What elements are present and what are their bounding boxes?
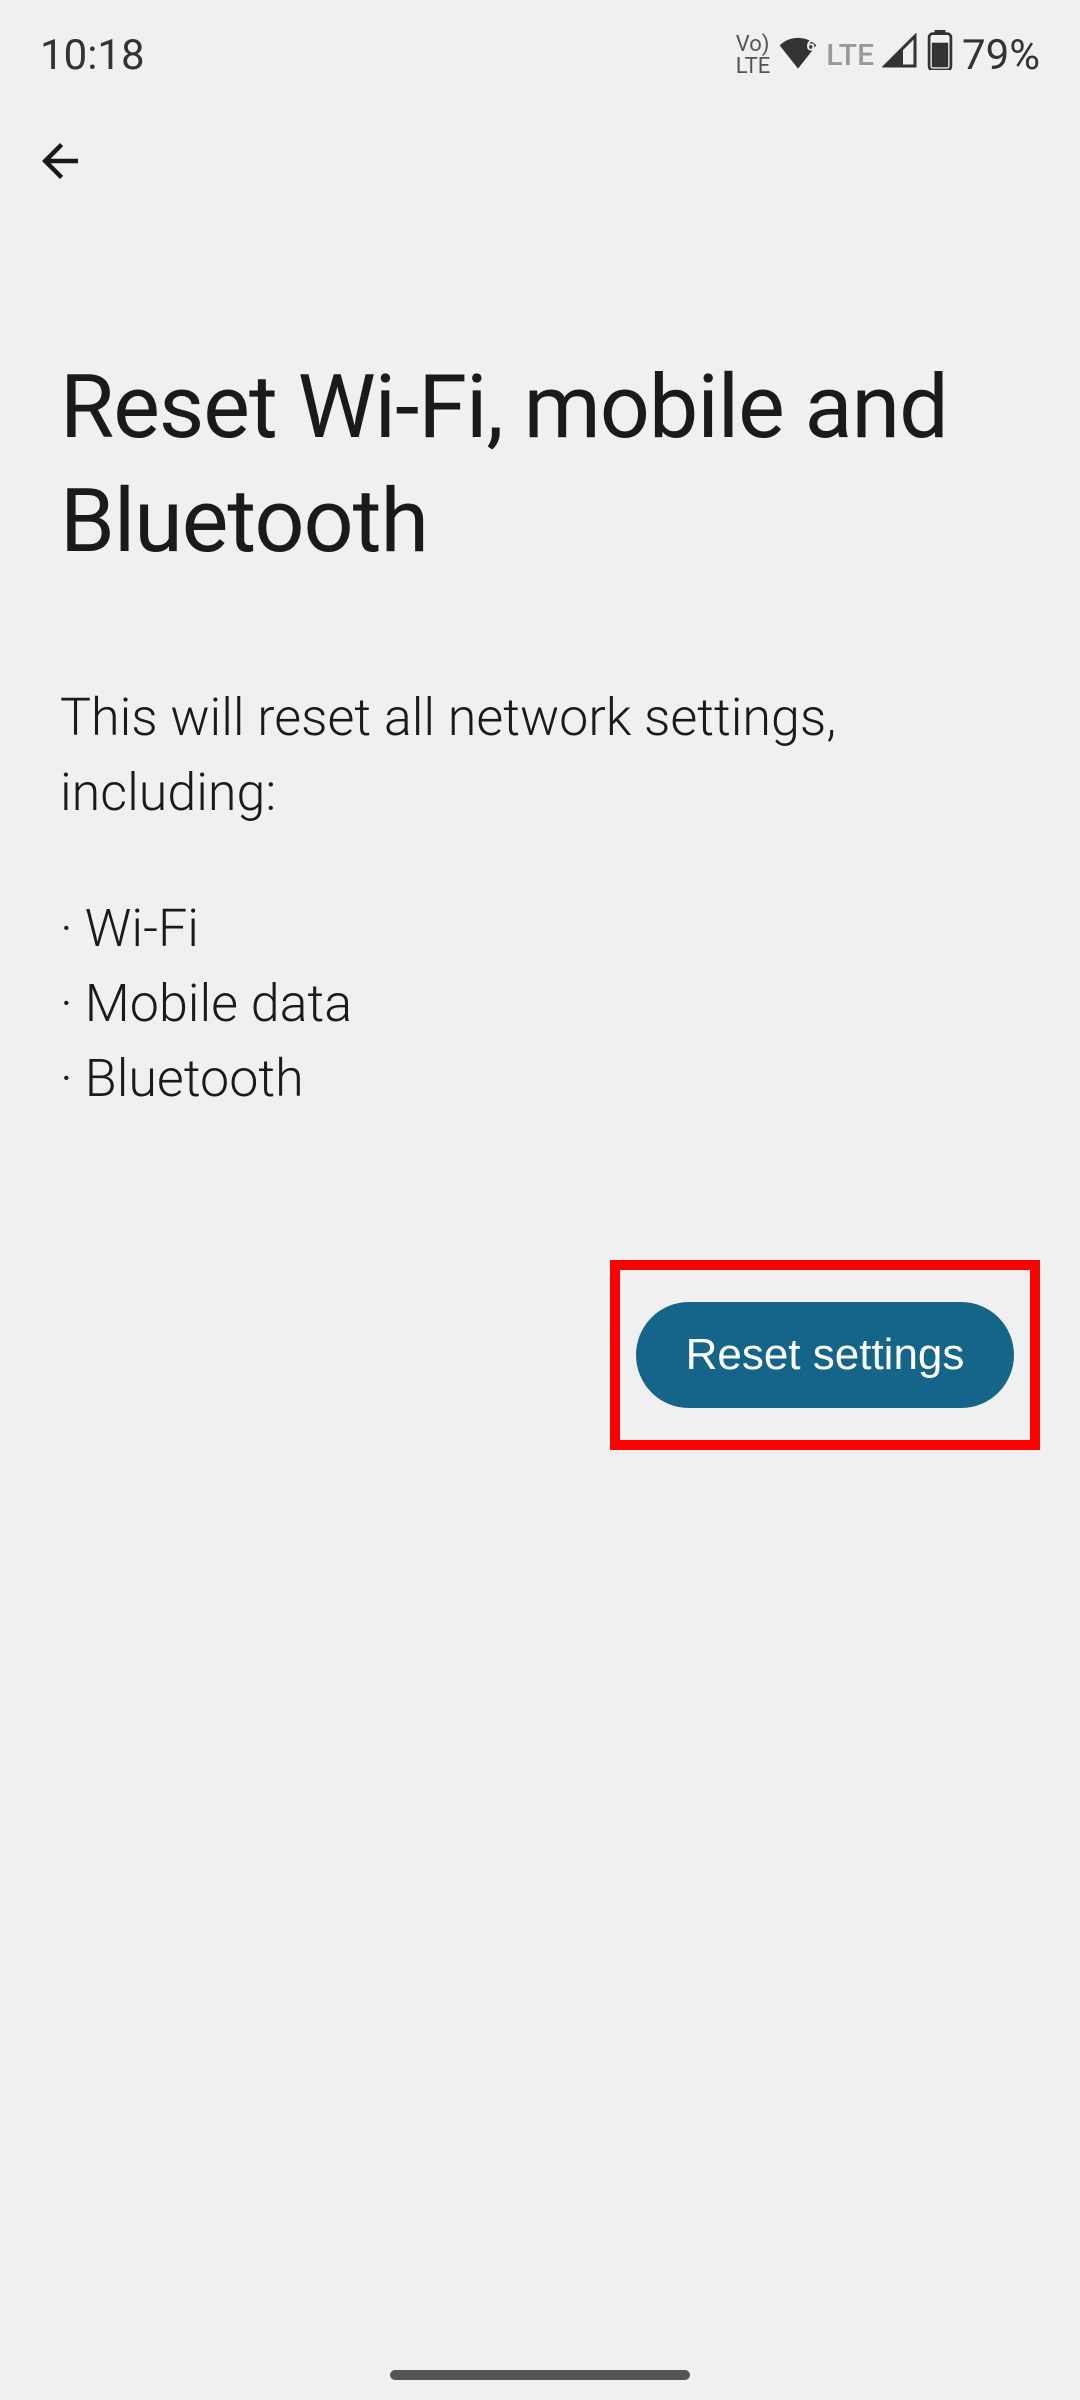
list-item: ·Mobile data: [60, 966, 1020, 1041]
status-time: 10:18: [40, 31, 145, 80]
list-item: ·Wi-Fi: [60, 891, 1020, 966]
toolbar: [0, 91, 1080, 231]
reset-settings-button[interactable]: Reset settings: [636, 1302, 1015, 1408]
description-intro: This will reset all network settings, in…: [60, 680, 1020, 831]
lte-icon: LTE: [826, 38, 874, 73]
back-button[interactable]: [30, 131, 90, 191]
highlight-box: Reset settings: [610, 1260, 1040, 1450]
list-item: ·Bluetooth: [60, 1041, 1020, 1116]
arrow-left-icon: [33, 134, 87, 188]
svg-text:6: 6: [807, 36, 816, 54]
battery-percentage: 79%: [962, 31, 1040, 80]
description-block: This will reset all network settings, in…: [0, 580, 1080, 1117]
page-title: Reset Wi-Fi, mobile and Bluetooth: [0, 231, 1080, 580]
status-right: Vo)LTE 6 LTE 79%: [736, 30, 1040, 81]
status-bar: 10:18 Vo)LTE 6 LTE 79%: [0, 0, 1080, 91]
battery-icon: [926, 30, 954, 81]
signal-icon: [882, 31, 918, 80]
wifi-icon: 6: [778, 31, 818, 80]
navigation-handle[interactable]: [390, 2370, 690, 2380]
volte-icon: Vo)LTE: [736, 34, 771, 78]
